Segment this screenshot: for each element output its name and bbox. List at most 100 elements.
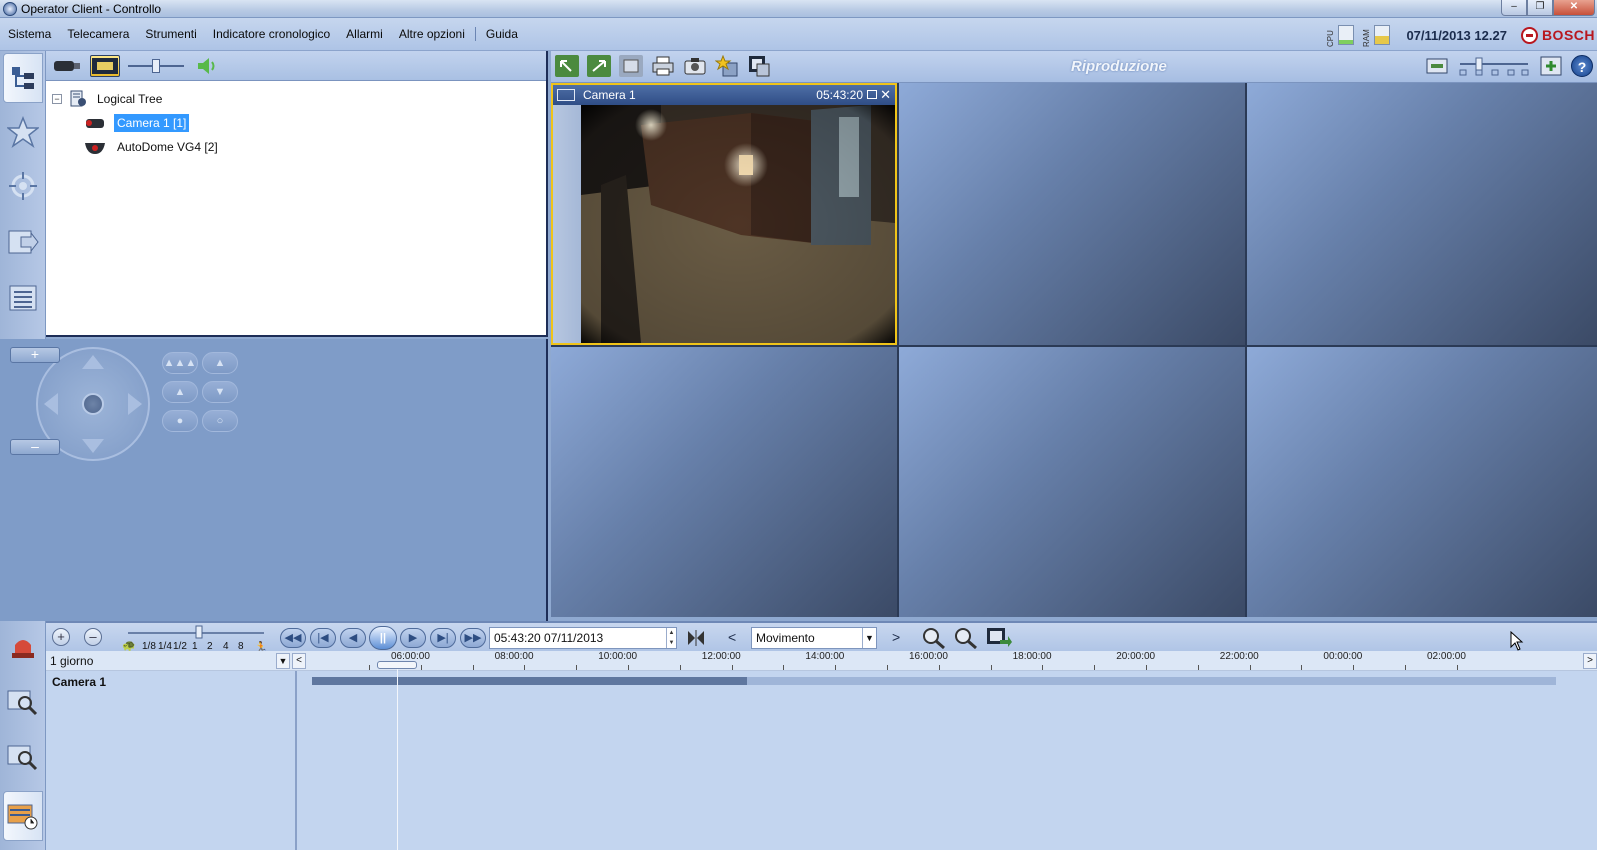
menu-sistema[interactable]: Sistema (0, 27, 59, 41)
zoom-fit-button[interactable] (954, 627, 978, 649)
maximize-pane-button[interactable] (867, 90, 877, 99)
scroll-left-button[interactable]: < (292, 653, 306, 669)
tree-item-autodome[interactable]: AutoDome VG4 [2] (52, 135, 546, 159)
tab-alarms[interactable] (3, 621, 43, 671)
add-pane-button[interactable] (1539, 55, 1563, 77)
tree-root[interactable]: − Logical Tree (52, 87, 546, 111)
image-pane-empty[interactable] (899, 83, 1245, 345)
status-area: CPU RAM 07/11/2013 12.27 BOSCH (1326, 22, 1597, 48)
camera-snapshot-icon (684, 58, 706, 75)
collapse-icon[interactable]: − (52, 94, 62, 104)
print-button[interactable] (651, 55, 675, 77)
title-bar: Operator Client - Controllo – ❐ ✕ (0, 0, 1597, 18)
step-back-button[interactable]: |◀ (310, 628, 336, 648)
timeline-zoom-in-button[interactable]: + (52, 628, 70, 646)
jump-end-button[interactable]: ▶▶ (460, 628, 486, 648)
arrow-up-left-button[interactable] (555, 55, 579, 77)
snapshot-button[interactable] (683, 55, 707, 77)
play-forward-button[interactable]: ▶ (400, 628, 426, 648)
image-pane-empty[interactable] (899, 347, 1245, 617)
menu-allarmi[interactable]: Allarmi (338, 27, 391, 41)
app-icon (3, 2, 17, 16)
arrow-up-right-icon (592, 60, 606, 72)
search-filter-select[interactable]: Movimento ▼ (751, 627, 877, 649)
image-pane-camera-1[interactable]: Camera 1 05:43:20 ✕ (551, 83, 897, 345)
fullscreen-button[interactable] (619, 55, 643, 77)
tab-logical-tree[interactable] (3, 53, 43, 103)
save-sequence-button[interactable] (747, 55, 771, 77)
image-pane-empty[interactable] (1247, 83, 1597, 345)
timeline-marker-button[interactable] (686, 629, 706, 647)
add-favorite-button[interactable] (715, 55, 739, 77)
tree-toolbar (46, 51, 546, 81)
pane-layout-slider[interactable] (1457, 55, 1531, 77)
playback-mode-button[interactable] (90, 54, 120, 77)
close-pane-button[interactable]: ✕ (880, 85, 891, 105)
playback-cursor[interactable] (397, 667, 398, 850)
timeline-tick-mark (1405, 665, 1406, 670)
menu-strumenti[interactable]: Strumenti (137, 27, 204, 41)
minimize-button[interactable]: – (1501, 0, 1527, 16)
recording-segment (312, 677, 748, 685)
search-previous-button[interactable]: < (728, 629, 736, 645)
ptz-knob[interactable] (82, 393, 104, 415)
camera-view-button[interactable] (52, 55, 82, 77)
iris-close-button[interactable]: ▼ (202, 381, 238, 403)
zoom-out-button[interactable]: – (10, 439, 60, 455)
tab-favorites[interactable] (3, 107, 43, 157)
preset-go-button[interactable]: ○ (202, 410, 238, 432)
timeline-tick-label: 10:00:00 (598, 651, 638, 662)
audio-button[interactable] (192, 55, 222, 77)
step-forward-button[interactable]: ▶| (430, 628, 456, 648)
playback-time-input[interactable]: 05:43:20 07/11/2013 ▲ ▼ (489, 627, 677, 649)
tab-motion-search[interactable] (3, 731, 43, 781)
arrow-up-right-button[interactable] (587, 55, 611, 77)
layout-slider-icon (1459, 57, 1529, 76)
single-pane-button[interactable] (1425, 55, 1449, 77)
menu-indicatore-cronologico[interactable]: Indicatore cronologico (205, 27, 338, 41)
logical-tree: − Logical Tree Camera 1 [1] AutoDome VG4… (46, 81, 546, 159)
help-button[interactable]: ? (1571, 55, 1593, 77)
timeline-tick-mark (1094, 665, 1096, 670)
tab-export[interactable] (3, 217, 43, 267)
scroll-right-button[interactable]: > (1583, 653, 1597, 669)
tree-item-camera-1[interactable]: Camera 1 [1] (52, 111, 546, 135)
zoom-search-button[interactable] (922, 627, 946, 649)
ram-label: RAM (1362, 29, 1372, 47)
search-film-icon (7, 686, 39, 716)
cpu-label: CPU (1326, 30, 1336, 47)
tab-forensic-search[interactable] (3, 676, 43, 726)
menu-altre-opzioni[interactable]: Altre opzioni (391, 27, 473, 41)
time-spinner[interactable]: ▲ ▼ (666, 628, 676, 648)
focus-near-button[interactable]: ▲ (202, 352, 238, 374)
close-button[interactable]: ✕ (1553, 0, 1595, 16)
list-icon (7, 283, 39, 313)
preset-set-button[interactable]: ● (162, 410, 198, 432)
timeline-zoom-out-button[interactable]: – (84, 628, 102, 646)
range-dropdown-button[interactable]: ▼ (276, 653, 290, 669)
pause-button[interactable]: || (369, 626, 397, 650)
search-next-button[interactable]: > (892, 629, 900, 645)
menu-telecamera[interactable]: Telecamera (59, 27, 137, 41)
image-pane-empty[interactable] (551, 347, 897, 617)
timeline-tick-label: 14:00:00 (805, 651, 845, 662)
tab-timeline[interactable] (3, 791, 43, 841)
image-pane-empty[interactable] (1247, 347, 1597, 617)
export-video-button[interactable] (986, 626, 1012, 648)
playback-cursor-handle[interactable] (377, 661, 417, 669)
tree-icon (7, 63, 39, 93)
timeline-tick-label: 08:00:00 (494, 651, 534, 662)
play-reverse-button[interactable]: ◀ (340, 628, 366, 648)
tab-map[interactable] (3, 161, 43, 211)
timeline-tick-mark (472, 665, 474, 670)
track-camera-1[interactable] (312, 677, 1556, 685)
speed-slider[interactable] (126, 625, 266, 641)
volume-slider[interactable] (128, 58, 184, 73)
focus-far-button[interactable]: ▲▲▲ (162, 352, 198, 374)
zoom-in-button[interactable]: + (10, 347, 60, 363)
tab-list[interactable] (3, 273, 43, 323)
jump-start-button[interactable]: ◀◀ (280, 628, 306, 648)
iris-open-button[interactable]: ▲ (162, 381, 198, 403)
maximize-button[interactable]: ❐ (1527, 0, 1553, 16)
menu-guida[interactable]: Guida (478, 27, 526, 41)
